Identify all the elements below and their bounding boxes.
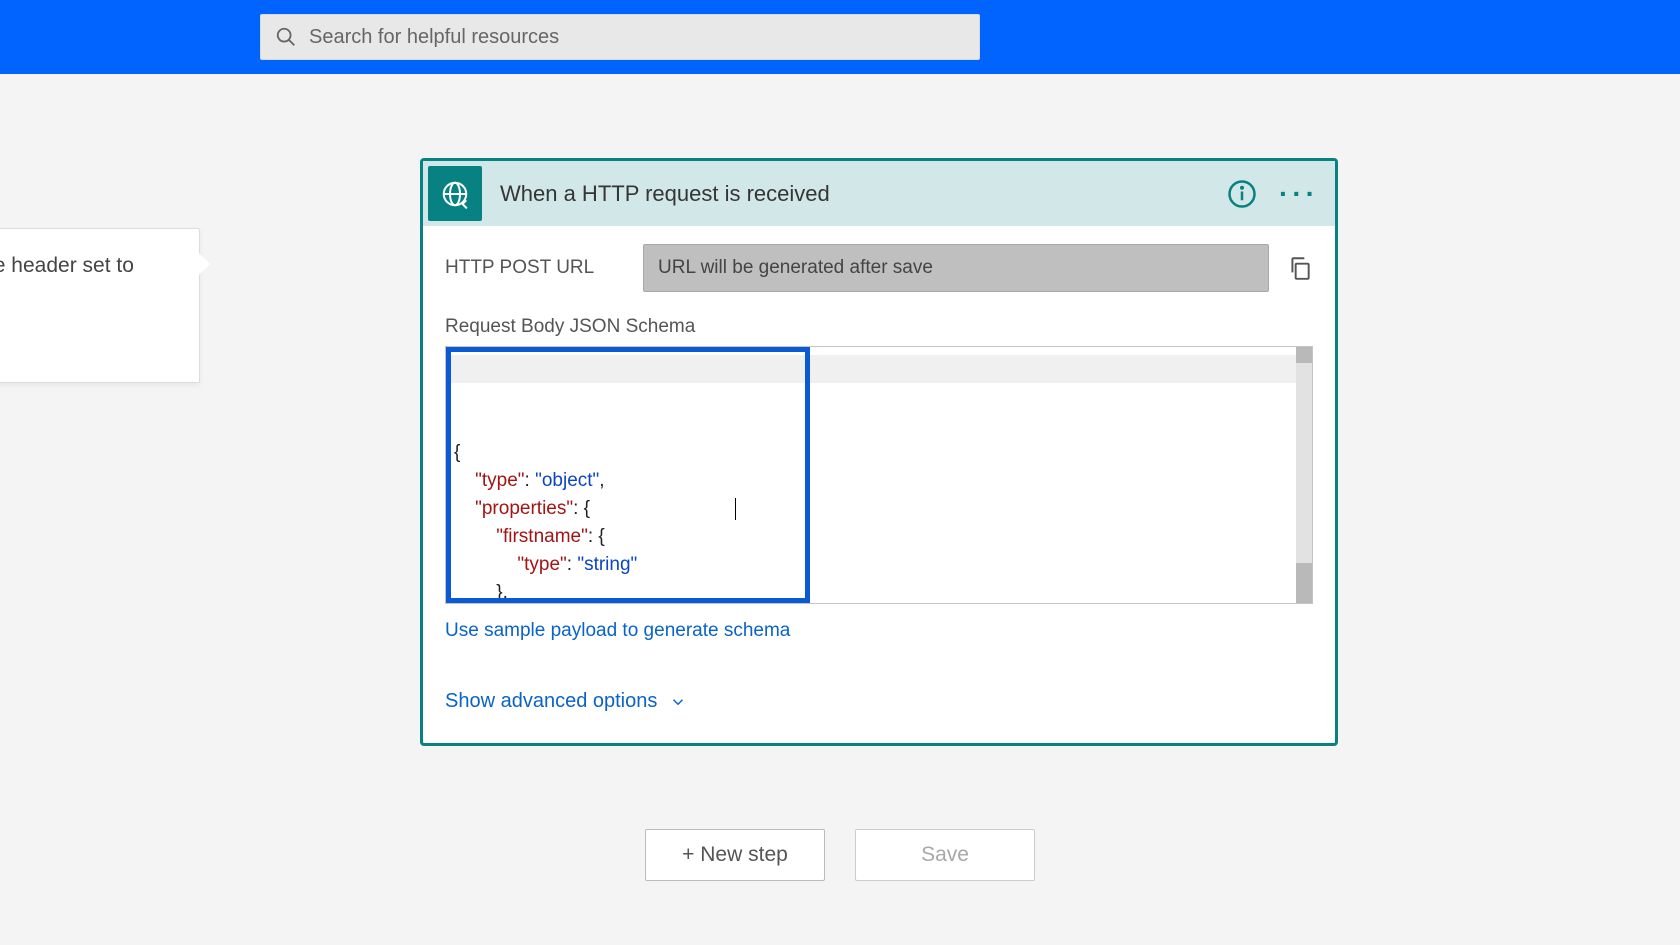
more-menu-icon[interactable]: ··· bbox=[1279, 180, 1319, 208]
schema-scrollbar[interactable] bbox=[1296, 347, 1312, 603]
use-sample-payload-link[interactable]: Use sample payload to generate schema bbox=[445, 620, 1313, 642]
current-line-highlight bbox=[446, 355, 1296, 383]
schema-editor[interactable]: { "type": "object", "properties": { "fir… bbox=[445, 346, 1313, 604]
chevron-down-icon bbox=[669, 693, 687, 711]
text-cursor bbox=[735, 498, 736, 520]
top-bar: Search for helpful resources bbox=[0, 0, 1680, 74]
schema-scrollbar-thumb[interactable] bbox=[1296, 363, 1312, 563]
trigger-title: When a HTTP request is received bbox=[500, 181, 1227, 207]
designer-canvas: ude a Content-Type header set to your re… bbox=[0, 74, 1680, 945]
http-globe-icon bbox=[440, 179, 470, 209]
trigger-card-header[interactable]: When a HTTP request is received ··· bbox=[423, 161, 1335, 226]
search-placeholder: Search for helpful resources bbox=[309, 26, 559, 49]
show-advanced-toggle[interactable]: Show advanced options bbox=[445, 690, 1313, 713]
trigger-card-body: HTTP POST URL URL will be generated afte… bbox=[423, 226, 1335, 743]
new-step-button[interactable]: + New step bbox=[645, 829, 825, 881]
save-button: Save bbox=[855, 829, 1035, 881]
search-icon bbox=[275, 26, 297, 48]
trigger-connector-icon-box bbox=[428, 166, 482, 221]
footer-buttons: + New step Save bbox=[0, 829, 1680, 881]
info-tooltip-dismiss[interactable]: o not show again bbox=[0, 336, 175, 360]
info-tooltip: ude a Content-Type header set to your re… bbox=[0, 228, 200, 383]
http-url-row: HTTP POST URL URL will be generated afte… bbox=[445, 244, 1313, 292]
search-input[interactable]: Search for helpful resources bbox=[260, 14, 980, 60]
schema-code[interactable]: { "type": "object", "properties": { "fir… bbox=[446, 347, 1296, 603]
copy-icon[interactable] bbox=[1287, 255, 1313, 281]
http-url-field: URL will be generated after save bbox=[643, 244, 1269, 292]
trigger-card: When a HTTP request is received ··· HTTP… bbox=[420, 158, 1338, 746]
schema-label: Request Body JSON Schema bbox=[445, 316, 1313, 338]
info-icon[interactable] bbox=[1227, 179, 1257, 209]
info-tooltip-text: ude a Content-Type header set to your re… bbox=[0, 251, 175, 310]
http-url-label: HTTP POST URL bbox=[445, 257, 643, 279]
code-content: { "type": "object", "properties": { "fir… bbox=[454, 439, 1288, 603]
show-advanced-label: Show advanced options bbox=[445, 690, 657, 713]
